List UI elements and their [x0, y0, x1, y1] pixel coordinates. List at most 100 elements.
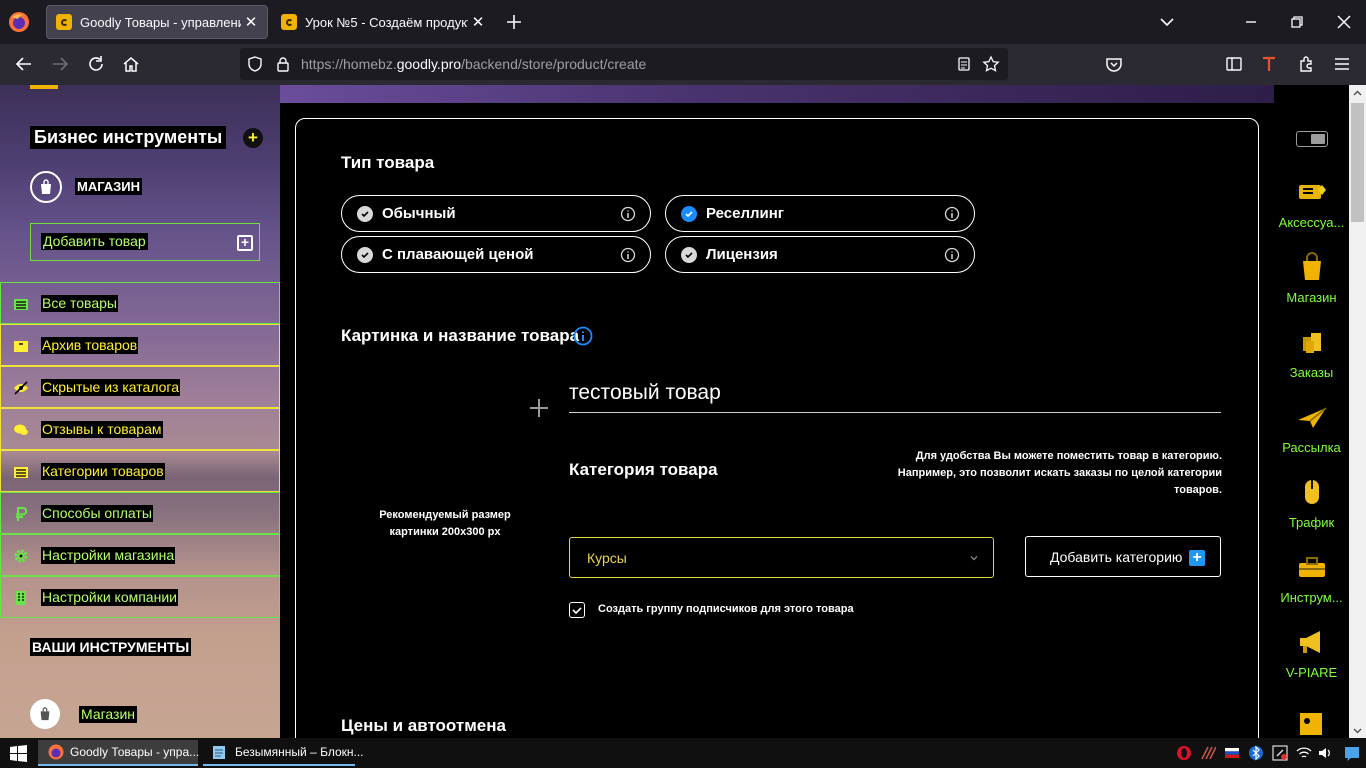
scroll-up-icon[interactable] — [1352, 88, 1363, 99]
firefox-icon — [48, 744, 64, 760]
add-product-button[interactable]: Добавить товар + — [30, 223, 260, 261]
right-item-mailing[interactable]: Рассылка — [1274, 400, 1349, 455]
paper-plane-icon — [1297, 407, 1326, 428]
taskbar-item-label: Goodly Товары - упра... — [70, 745, 200, 759]
tab-lesson[interactable]: Урок №5 - Создаём продукт ✕ — [272, 5, 494, 39]
translator-extension-icon[interactable] — [1259, 54, 1279, 74]
minimize-icon[interactable] — [1237, 8, 1265, 36]
windows-start-icon[interactable] — [10, 745, 27, 762]
right-item-vpiare[interactable]: V-PIARE — [1274, 625, 1349, 680]
sidebar-item-categories[interactable]: Категории товаров — [0, 450, 280, 492]
notifications-icon[interactable] — [1343, 744, 1361, 762]
tab-goodly[interactable]: Goodly Товары - управление ✕ — [46, 5, 268, 39]
nav-bar: https://homebz.goodly.pro/backend/store/… — [0, 44, 1366, 85]
opera-icon[interactable] — [1176, 745, 1192, 761]
orders-icon — [1302, 333, 1321, 353]
type-option-regular[interactable]: Обычный — [341, 195, 651, 232]
taskbar-item-firefox[interactable]: Goodly Товары - упра... — [38, 740, 200, 766]
type-option-floating-price[interactable]: С плавающей ценой — [341, 236, 651, 273]
language-flag-icon[interactable] — [1224, 745, 1240, 761]
url-text[interactable]: https://homebz.goodly.pro/backend/store/… — [301, 56, 646, 72]
chat-icon — [14, 424, 28, 435]
prices-title: Цены и автоотмена — [341, 716, 506, 735]
home-icon[interactable] — [121, 54, 141, 74]
close-tab-icon[interactable]: ✕ — [241, 12, 261, 32]
right-tools-bar: Аксессуа... Магазин Заказы Рассылка Траф… — [1274, 85, 1349, 740]
sidebar-item-archive[interactable]: Архив товаров — [0, 324, 280, 366]
right-item-tools[interactable]: Инструм... — [1274, 550, 1349, 605]
product-name-input[interactable]: тестовый товар — [569, 381, 1221, 413]
volume-icon[interactable] — [1317, 745, 1333, 761]
close-tab-icon[interactable]: ✕ — [468, 12, 488, 32]
your-tools-title: ВАШИ ИНСТРУМЕНТЫ — [30, 638, 192, 656]
bookmark-star-icon[interactable] — [982, 55, 1000, 73]
restore-icon[interactable] — [1283, 8, 1311, 36]
app-update-icon[interactable] — [1272, 745, 1288, 761]
toolbox-icon — [1298, 557, 1325, 577]
tab-title: Урок №5 - Создаём продукт — [305, 14, 468, 30]
taskbar-item-notepad[interactable]: Безымянный – Блокн... — [203, 740, 364, 766]
url-bar[interactable]: https://homebz.goodly.pro/backend/store/… — [240, 48, 1008, 80]
notepad-icon — [213, 746, 225, 759]
right-item-label: V-PIARE — [1285, 665, 1338, 680]
sidebar-item-hidden[interactable]: Скрытые из каталога — [0, 366, 280, 408]
subscribers-checkbox[interactable] — [569, 602, 585, 618]
type-option-reselling[interactable]: Реселлинг — [665, 195, 975, 232]
ruble-icon — [16, 507, 28, 521]
right-item-accessories[interactable]: Аксессуа... — [1274, 175, 1349, 230]
category-select[interactable]: Курсы — [569, 537, 994, 578]
sidebar-item-company-settings[interactable]: Настройки компании — [0, 576, 280, 618]
scrollbar-thumb[interactable] — [1351, 103, 1364, 222]
bluetooth-icon[interactable] — [1248, 745, 1264, 761]
pocket-icon[interactable] — [1104, 54, 1124, 74]
sidebar-item-payment[interactable]: Способы оплаты — [0, 492, 280, 534]
new-tab-icon[interactable] — [503, 11, 525, 33]
category-hint: Для удобства Вы можете поместить товар в… — [897, 450, 1222, 496]
partial-tool-icon[interactable] — [1294, 705, 1328, 735]
tracking-shield-icon[interactable] — [246, 55, 264, 73]
shopping-bag-icon — [1302, 252, 1321, 280]
back-icon[interactable] — [14, 54, 34, 74]
list-tabs-icon[interactable] — [1153, 8, 1181, 36]
check-circle-icon — [357, 206, 373, 222]
gear-icon — [14, 549, 28, 563]
extensions-icon[interactable] — [1296, 54, 1316, 74]
info-icon[interactable] — [944, 247, 960, 263]
logo-fragment — [30, 85, 58, 89]
sidebar-item-all-products[interactable]: Все товары — [0, 282, 280, 324]
add-tool-button[interactable]: + — [243, 128, 263, 148]
lock-icon[interactable] — [274, 55, 292, 73]
info-icon[interactable] — [620, 206, 636, 222]
sidebar-item-label: Способы оплаты — [41, 505, 153, 522]
right-item-shop[interactable]: Магазин — [1274, 250, 1349, 305]
wifi-icon[interactable] — [1296, 745, 1312, 761]
firefox-icon[interactable] — [8, 11, 30, 33]
info-icon[interactable] — [944, 206, 960, 222]
sidebar-item-reviews[interactable]: Отзывы к товарам — [0, 408, 280, 450]
megaphone-icon — [1299, 631, 1320, 653]
info-icon[interactable] — [620, 247, 636, 263]
add-category-button[interactable]: Добавить категорию + — [1025, 536, 1221, 577]
add-image-icon[interactable] — [529, 398, 549, 418]
panel-toggle[interactable] — [1296, 131, 1328, 147]
menu-hamburger-icon[interactable] — [1332, 54, 1352, 74]
reload-icon[interactable] — [86, 54, 106, 74]
right-item-traffic[interactable]: Трафик — [1274, 475, 1349, 530]
type-option-license[interactable]: Лицензия — [665, 236, 975, 273]
close-window-icon[interactable] — [1330, 8, 1358, 36]
windows-taskbar: Goodly Товары - упра... Безымянный – Бло… — [0, 738, 1366, 768]
right-item-orders[interactable]: Заказы — [1274, 325, 1349, 380]
app-tray-icon[interactable] — [1200, 745, 1216, 761]
tab-strip: Goodly Товары - управление ✕ Урок №5 - С… — [0, 0, 1366, 44]
scroll-down-icon[interactable] — [1352, 725, 1363, 736]
reader-view-icon[interactable] — [955, 55, 973, 73]
product-type-title: Тип товара — [341, 153, 435, 172]
tool-shop-link[interactable]: Магазин — [79, 706, 138, 723]
forward-icon[interactable] — [50, 54, 70, 74]
sidebar-toggle-icon[interactable] — [1224, 54, 1244, 74]
info-icon[interactable] — [573, 326, 593, 346]
sidebar-item-shop-settings[interactable]: Настройки магазина — [0, 534, 280, 576]
shop-bag-icon[interactable] — [30, 699, 60, 729]
sidebar-item-label: Скрытые из каталога — [41, 379, 181, 396]
sidebar-item-label: Отзывы к товарам — [41, 421, 163, 438]
